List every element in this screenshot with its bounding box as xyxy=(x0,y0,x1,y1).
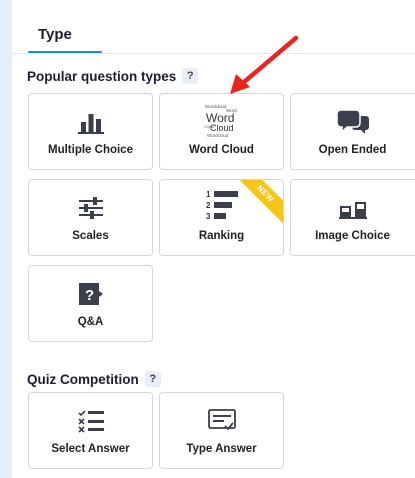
card-select-answer[interactable]: Select Answer xyxy=(28,392,153,469)
card-label: Scales xyxy=(72,230,109,242)
svg-text:2: 2 xyxy=(206,201,211,210)
card-label: Image Choice xyxy=(315,230,390,242)
tab-divider xyxy=(12,53,415,54)
word-cloud-icon: Wordcloud Word Word Cloud Cloud Wordclou… xyxy=(160,102,283,140)
card-ranking[interactable]: 1 2 3 NEW Ranking xyxy=(159,179,284,256)
card-label: Ranking xyxy=(198,230,245,242)
question-type-panel: Type Popular question types ? Multiple C… xyxy=(12,0,415,478)
svg-text:3: 3 xyxy=(206,212,211,221)
card-scales[interactable]: Scales xyxy=(28,179,153,256)
svg-text:1: 1 xyxy=(206,190,211,199)
sliders-icon xyxy=(29,194,152,222)
card-label: Open Ended xyxy=(318,144,387,156)
tab-type-label: Type xyxy=(38,26,72,43)
card-label: Select Answer xyxy=(51,443,130,455)
question-box-icon: ? xyxy=(29,280,152,308)
card-label: Word Cloud xyxy=(189,144,254,156)
popular-help-icon[interactable]: ? xyxy=(182,68,199,84)
card-label: Type Answer xyxy=(186,443,257,455)
bar-chart-icon xyxy=(29,108,152,136)
card-multiple-choice[interactable]: Multiple Choice xyxy=(28,93,153,170)
card-label: Multiple Choice xyxy=(48,144,133,156)
quiz-section-title: Quiz Competition ? xyxy=(27,371,161,387)
popular-section-label: Popular question types xyxy=(27,68,177,84)
quiz-help-icon[interactable]: ? xyxy=(144,371,161,387)
card-image-choice[interactable]: Image Choice xyxy=(290,179,415,256)
svg-text:Cloud: Cloud xyxy=(204,124,214,129)
checklist-icon xyxy=(29,407,152,435)
quiz-section-label: Quiz Competition xyxy=(27,371,139,387)
card-qa[interactable]: ? Q&A xyxy=(28,265,153,342)
card-word-cloud[interactable]: Wordcloud Word Word Cloud Cloud Wordclou… xyxy=(159,93,284,170)
card-type-answer[interactable]: Type Answer xyxy=(159,392,284,469)
svg-text:Wordcloud: Wordcloud xyxy=(207,133,229,138)
svg-text:Wordcloud: Wordcloud xyxy=(205,104,227,109)
popular-section-title: Popular question types ? xyxy=(27,68,199,84)
card-label: Q&A xyxy=(77,316,104,328)
card-open-ended[interactable]: Open Ended xyxy=(290,93,415,170)
svg-text:?: ? xyxy=(85,287,94,304)
speech-bubbles-icon xyxy=(291,108,415,136)
tab-type[interactable]: Type xyxy=(28,24,102,54)
image-choice-icon xyxy=(291,194,415,222)
type-answer-icon xyxy=(160,407,283,435)
